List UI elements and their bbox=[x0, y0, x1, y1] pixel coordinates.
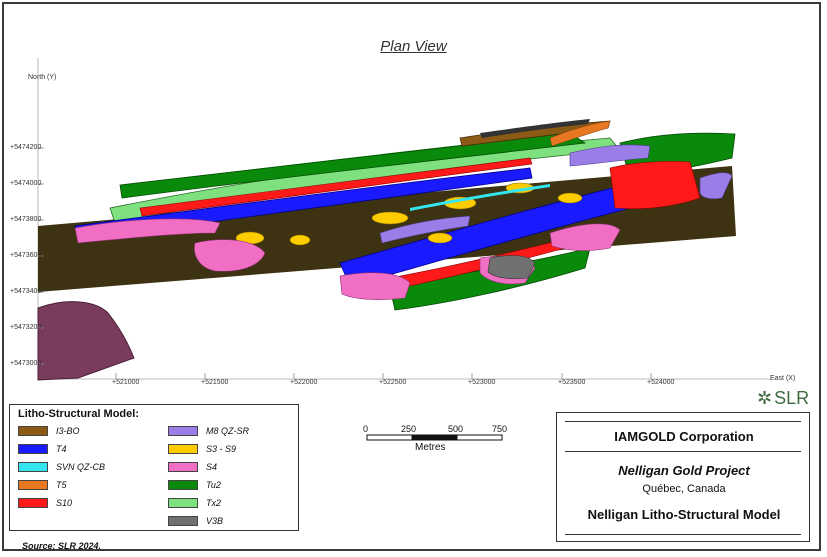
title-block-divider bbox=[565, 534, 801, 535]
s3s9-lens-6 bbox=[427, 232, 453, 244]
legend-label: S10 bbox=[56, 498, 73, 508]
dyke-body bbox=[37, 301, 135, 381]
legend-item: Tx2 bbox=[168, 497, 221, 509]
x-axis-label: East (X) bbox=[770, 375, 796, 382]
source-note: Source: SLR 2024. bbox=[22, 541, 102, 551]
scale-bar-graphic bbox=[366, 434, 503, 441]
project-name: Nelligan Gold Project bbox=[618, 463, 750, 478]
y-tick-label: +5474200 bbox=[10, 144, 42, 151]
scale-tick-label: 0 bbox=[363, 424, 369, 434]
scale-tick-label: 750 bbox=[492, 424, 508, 434]
legend-item: S10 bbox=[18, 497, 72, 509]
title-block-divider bbox=[565, 421, 801, 422]
legend-swatch bbox=[168, 516, 198, 526]
legend-label: I3-BO bbox=[56, 426, 80, 436]
s3s9-lens-2 bbox=[289, 234, 311, 246]
model-name: Nelligan Litho-Structural Model bbox=[587, 507, 781, 522]
legend-label: S4 bbox=[206, 462, 218, 472]
legend-item: S3 - S9 bbox=[168, 443, 236, 455]
legend-swatch bbox=[18, 426, 48, 436]
x-tick-label: +521000 bbox=[112, 379, 140, 386]
x-tick-label: +522500 bbox=[379, 379, 407, 386]
project-location: Québec, Canada bbox=[642, 483, 726, 495]
y-tick-label: +5473600 bbox=[10, 252, 42, 259]
y-tick-label: +5473400 bbox=[10, 288, 42, 295]
legend-label: S3 - S9 bbox=[206, 444, 237, 454]
legend-label: Tx2 bbox=[206, 498, 222, 508]
scale-bar: 0 250 500 750 Metres bbox=[360, 420, 510, 460]
figure-title: Plan View bbox=[380, 38, 447, 55]
scale-unit: Metres bbox=[415, 442, 446, 453]
legend-label: SVN QZ-CB bbox=[56, 462, 106, 472]
legend-label: M8 QZ-SR bbox=[206, 426, 250, 436]
legend-swatch bbox=[18, 444, 48, 454]
legend-item: SVN QZ-CB bbox=[18, 461, 105, 473]
legend-swatch bbox=[18, 480, 48, 490]
company-name: IAMGOLD Corporation bbox=[614, 429, 754, 444]
scale-tick-label: 250 bbox=[401, 424, 417, 434]
y-tick-label: +5474000 bbox=[10, 180, 42, 187]
legend-item: S4 bbox=[168, 461, 217, 473]
slr-logo: ✲ SLR bbox=[757, 388, 809, 409]
legend-label: Tu2 bbox=[206, 480, 221, 490]
legend-item: T4 bbox=[18, 443, 67, 455]
slr-logo-text: SLR bbox=[774, 388, 810, 408]
v3b-body bbox=[487, 255, 536, 280]
s3s9-lens-3 bbox=[371, 211, 409, 225]
legend-label: V3B bbox=[206, 516, 224, 526]
x-tick-label: +522000 bbox=[290, 379, 318, 386]
title-block: IAMGOLD Corporation Nelligan Gold Projec… bbox=[556, 412, 810, 542]
legend-item: T5 bbox=[18, 479, 67, 491]
x-tick-label: +523500 bbox=[558, 379, 586, 386]
legend: Litho-Structural Model: I3-BO T4 SVN QZ-… bbox=[9, 404, 299, 531]
s4-body-south bbox=[339, 272, 411, 300]
legend-item: Tu2 bbox=[168, 479, 221, 491]
legend-swatch bbox=[18, 498, 48, 508]
y-tick-label: +5473000 bbox=[10, 360, 42, 367]
x-tick-label: +521500 bbox=[201, 379, 229, 386]
legend-title: Litho-Structural Model: bbox=[18, 408, 139, 420]
slr-logo-icon: ✲ bbox=[757, 388, 773, 408]
y-axis-label: North (Y) bbox=[28, 74, 57, 81]
title-block-divider bbox=[565, 451, 801, 452]
legend-label: T4 bbox=[56, 444, 67, 454]
legend-item: M8 QZ-SR bbox=[168, 425, 249, 437]
x-tick-label: +524000 bbox=[647, 379, 675, 386]
legend-item: V3B bbox=[168, 515, 223, 527]
legend-swatch bbox=[168, 426, 198, 436]
s10-block bbox=[609, 161, 701, 209]
legend-swatch bbox=[168, 462, 198, 472]
y-tick-label: +5473800 bbox=[10, 216, 42, 223]
legend-item: I3-BO bbox=[18, 425, 80, 437]
x-tick-label: +523000 bbox=[468, 379, 496, 386]
y-tick-label: +5473200 bbox=[10, 324, 42, 331]
legend-label: T5 bbox=[56, 480, 67, 490]
legend-swatch bbox=[168, 498, 198, 508]
legend-swatch bbox=[168, 444, 198, 454]
plan-view-map bbox=[37, 58, 770, 381]
scale-tick-label: 500 bbox=[448, 424, 464, 434]
legend-swatch bbox=[18, 462, 48, 472]
legend-swatch bbox=[168, 480, 198, 490]
s3s9-lens-7 bbox=[557, 192, 583, 204]
